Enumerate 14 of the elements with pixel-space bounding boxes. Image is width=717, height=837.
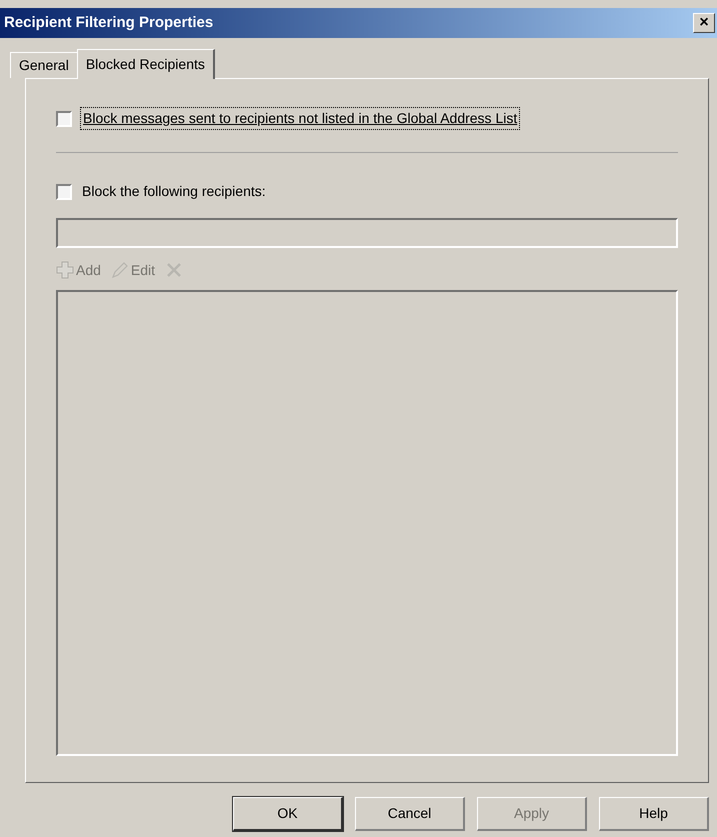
checkbox-label[interactable]: Block the following recipients: — [80, 181, 268, 202]
plus-icon — [56, 261, 74, 279]
dialog-button[interactable]: OK — [233, 797, 343, 831]
checkbox[interactable] — [56, 184, 72, 200]
pencil-icon — [110, 261, 129, 279]
close-button[interactable]: × — [693, 13, 715, 33]
checkbox-label[interactable]: Block messages sent to recipients not listed in the Global Address List — [80, 107, 520, 130]
window-title: Recipient Filtering Properties — [4, 12, 214, 33]
tab[interactable]: General — [10, 52, 77, 78]
tab[interactable]: Blocked Recipients — [76, 49, 215, 79]
delete-icon — [165, 261, 184, 279]
dialog-button[interactable]: Help — [599, 797, 709, 831]
checkbox[interactable] — [56, 110, 72, 126]
dialog-button[interactable]: Cancel — [355, 797, 465, 831]
